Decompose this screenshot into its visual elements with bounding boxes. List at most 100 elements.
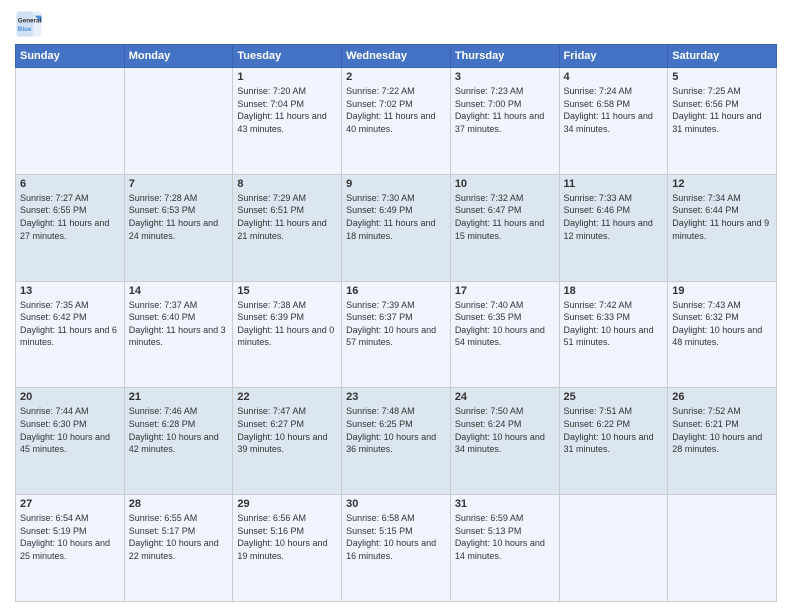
day-info: Sunrise: 7:38 AMSunset: 6:39 PMDaylight:… bbox=[237, 299, 337, 349]
calendar-week-2: 6 Sunrise: 7:27 AMSunset: 6:55 PMDaylight… bbox=[16, 174, 777, 281]
day-number: 13 bbox=[20, 285, 120, 297]
calendar-cell: 3Sunrise: 7:23 AMSunset: 7:00 PMDaylight… bbox=[450, 68, 559, 175]
weekday-header-sunday: Sunday bbox=[16, 45, 125, 68]
day-number: 27 bbox=[20, 498, 120, 510]
calendar-cell: 22 Sunrise: 7:47 AMSunset: 6:27 PMDayligh… bbox=[233, 388, 342, 495]
day-number: 22 bbox=[237, 391, 337, 403]
calendar-cell: 19 Sunrise: 7:43 AMSunset: 6:32 PMDayligh… bbox=[668, 281, 777, 388]
day-number: 6 bbox=[20, 178, 120, 190]
day-number: 19 bbox=[672, 285, 772, 297]
day-number: 31 bbox=[455, 498, 555, 510]
calendar-cell bbox=[16, 68, 125, 175]
day-info: Sunrise: 7:48 AMSunset: 6:25 PMDaylight:… bbox=[346, 405, 446, 455]
day-number: 10 bbox=[455, 178, 555, 190]
day-number: 21 bbox=[129, 391, 229, 403]
day-info: Sunrise: 6:59 AMSunset: 5:13 PMDaylight:… bbox=[455, 512, 555, 562]
calendar-cell: 1 Sunrise: 7:20 AMSunset: 7:04 PMDaylight… bbox=[233, 68, 342, 175]
day-number: 25 bbox=[564, 391, 664, 403]
day-info: Sunrise: 7:46 AMSunset: 6:28 PMDaylight:… bbox=[129, 405, 229, 455]
weekday-header-friday: Friday bbox=[559, 45, 668, 68]
day-number: 30 bbox=[346, 498, 446, 510]
day-number: 14 bbox=[129, 285, 229, 297]
calendar-body: 1 Sunrise: 7:20 AMSunset: 7:04 PMDaylight… bbox=[16, 68, 777, 602]
calendar-cell: 9Sunrise: 7:30 AMSunset: 6:49 PMDaylight… bbox=[342, 174, 451, 281]
day-number: 4 bbox=[564, 71, 664, 83]
calendar-cell bbox=[559, 495, 668, 602]
day-info: Sunrise: 7:30 AMSunset: 6:49 PMDaylight:… bbox=[346, 192, 446, 242]
calendar-cell: 16 Sunrise: 7:39 AMSunset: 6:37 PMDayligh… bbox=[342, 281, 451, 388]
day-number: 12 bbox=[672, 178, 772, 190]
svg-text:Blue: Blue bbox=[18, 26, 32, 33]
day-info: Sunrise: 7:50 AMSunset: 6:24 PMDaylight:… bbox=[455, 405, 555, 455]
calendar-cell bbox=[124, 68, 233, 175]
day-info: Sunrise: 7:22 AMSunset: 7:02 PMDaylight:… bbox=[346, 85, 446, 135]
day-info: Sunrise: 7:32 AMSunset: 6:47 PMDaylight:… bbox=[455, 192, 555, 242]
calendar-cell: 24 Sunrise: 7:50 AMSunset: 6:24 PMDayligh… bbox=[450, 388, 559, 495]
calendar-cell: 21 Sunrise: 7:46 AMSunset: 6:28 PMDayligh… bbox=[124, 388, 233, 495]
day-number: 29 bbox=[237, 498, 337, 510]
day-number: 18 bbox=[564, 285, 664, 297]
day-info: Sunrise: 7:44 AMSunset: 6:30 PMDaylight:… bbox=[20, 405, 120, 455]
calendar-cell: 11Sunrise: 7:33 AMSunset: 6:46 PMDayligh… bbox=[559, 174, 668, 281]
weekday-header-saturday: Saturday bbox=[668, 45, 777, 68]
day-info: Sunrise: 7:20 AMSunset: 7:04 PMDaylight:… bbox=[237, 85, 337, 135]
calendar-cell: 18 Sunrise: 7:42 AMSunset: 6:33 PMDayligh… bbox=[559, 281, 668, 388]
day-info: Sunrise: 7:39 AMSunset: 6:37 PMDaylight:… bbox=[346, 299, 446, 349]
day-info: Sunrise: 7:35 AMSunset: 6:42 PMDaylight:… bbox=[20, 299, 120, 349]
day-number: 24 bbox=[455, 391, 555, 403]
calendar-cell: 20Sunrise: 7:44 AMSunset: 6:30 PMDayligh… bbox=[16, 388, 125, 495]
day-info: Sunrise: 6:54 AMSunset: 5:19 PMDaylight:… bbox=[20, 512, 120, 562]
calendar-cell: 8Sunrise: 7:29 AMSunset: 6:51 PMDaylight… bbox=[233, 174, 342, 281]
weekday-header-thursday: Thursday bbox=[450, 45, 559, 68]
day-info: Sunrise: 7:51 AMSunset: 6:22 PMDaylight:… bbox=[564, 405, 664, 455]
weekday-row: SundayMondayTuesdayWednesdayThursdayFrid… bbox=[16, 45, 777, 68]
calendar-cell: 28Sunrise: 6:55 AMSunset: 5:17 PMDayligh… bbox=[124, 495, 233, 602]
day-info: Sunrise: 7:34 AMSunset: 6:44 PMDaylight:… bbox=[672, 192, 772, 242]
day-number: 3 bbox=[455, 71, 555, 83]
calendar-cell: 10 Sunrise: 7:32 AMSunset: 6:47 PMDayligh… bbox=[450, 174, 559, 281]
logo-icon: General Blue bbox=[15, 10, 43, 38]
calendar-cell: 7Sunrise: 7:28 AMSunset: 6:53 PMDaylight… bbox=[124, 174, 233, 281]
calendar-cell: 30 Sunrise: 6:58 AMSunset: 5:15 PMDayligh… bbox=[342, 495, 451, 602]
day-info: Sunrise: 7:47 AMSunset: 6:27 PMDaylight:… bbox=[237, 405, 337, 455]
calendar-cell: 25 Sunrise: 7:51 AMSunset: 6:22 PMDayligh… bbox=[559, 388, 668, 495]
day-number: 16 bbox=[346, 285, 446, 297]
calendar-week-4: 20Sunrise: 7:44 AMSunset: 6:30 PMDayligh… bbox=[16, 388, 777, 495]
day-info: Sunrise: 6:55 AMSunset: 5:17 PMDaylight:… bbox=[129, 512, 229, 562]
calendar-cell: 23Sunrise: 7:48 AMSunset: 6:25 PMDayligh… bbox=[342, 388, 451, 495]
day-info: Sunrise: 7:52 AMSunset: 6:21 PMDaylight:… bbox=[672, 405, 772, 455]
day-info: Sunrise: 6:56 AMSunset: 5:16 PMDaylight:… bbox=[237, 512, 337, 562]
day-info: Sunrise: 7:28 AMSunset: 6:53 PMDaylight:… bbox=[129, 192, 229, 242]
day-info: Sunrise: 7:42 AMSunset: 6:33 PMDaylight:… bbox=[564, 299, 664, 349]
calendar-cell: 29 Sunrise: 6:56 AMSunset: 5:16 PMDayligh… bbox=[233, 495, 342, 602]
weekday-header-wednesday: Wednesday bbox=[342, 45, 451, 68]
day-number: 5 bbox=[672, 71, 772, 83]
day-info: Sunrise: 7:24 AMSunset: 6:58 PMDaylight:… bbox=[564, 85, 664, 135]
calendar-cell: 15Sunrise: 7:38 AMSunset: 6:39 PMDayligh… bbox=[233, 281, 342, 388]
calendar-week-3: 13 Sunrise: 7:35 AMSunset: 6:42 PMDayligh… bbox=[16, 281, 777, 388]
day-number: 11 bbox=[564, 178, 664, 190]
calendar-cell: 13 Sunrise: 7:35 AMSunset: 6:42 PMDayligh… bbox=[16, 281, 125, 388]
calendar-table: SundayMondayTuesdayWednesdayThursdayFrid… bbox=[15, 44, 777, 602]
day-info: Sunrise: 7:27 AMSunset: 6:55 PMDaylight:… bbox=[20, 192, 120, 242]
calendar-week-5: 27 Sunrise: 6:54 AMSunset: 5:19 PMDayligh… bbox=[16, 495, 777, 602]
logo: General Blue bbox=[15, 10, 47, 38]
day-info: Sunrise: 6:58 AMSunset: 5:15 PMDaylight:… bbox=[346, 512, 446, 562]
calendar-cell: 6 Sunrise: 7:27 AMSunset: 6:55 PMDaylight… bbox=[16, 174, 125, 281]
day-number: 1 bbox=[237, 71, 337, 83]
calendar-cell bbox=[668, 495, 777, 602]
calendar-cell: 27 Sunrise: 6:54 AMSunset: 5:19 PMDayligh… bbox=[16, 495, 125, 602]
day-number: 2 bbox=[346, 71, 446, 83]
calendar-week-1: 1 Sunrise: 7:20 AMSunset: 7:04 PMDaylight… bbox=[16, 68, 777, 175]
weekday-header-tuesday: Tuesday bbox=[233, 45, 342, 68]
calendar-cell: 5 Sunrise: 7:25 AMSunset: 6:56 PMDaylight… bbox=[668, 68, 777, 175]
calendar-cell: 26Sunrise: 7:52 AMSunset: 6:21 PMDayligh… bbox=[668, 388, 777, 495]
calendar-header: SundayMondayTuesdayWednesdayThursdayFrid… bbox=[16, 45, 777, 68]
day-info: Sunrise: 7:40 AMSunset: 6:35 PMDaylight:… bbox=[455, 299, 555, 349]
day-info: Sunrise: 7:43 AMSunset: 6:32 PMDaylight:… bbox=[672, 299, 772, 349]
weekday-header-monday: Monday bbox=[124, 45, 233, 68]
calendar-cell: 2 Sunrise: 7:22 AMSunset: 7:02 PMDaylight… bbox=[342, 68, 451, 175]
day-info: Sunrise: 7:25 AMSunset: 6:56 PMDaylight:… bbox=[672, 85, 772, 135]
calendar-cell: 4 Sunrise: 7:24 AMSunset: 6:58 PMDaylight… bbox=[559, 68, 668, 175]
calendar-cell: 14Sunrise: 7:37 AMSunset: 6:40 PMDayligh… bbox=[124, 281, 233, 388]
